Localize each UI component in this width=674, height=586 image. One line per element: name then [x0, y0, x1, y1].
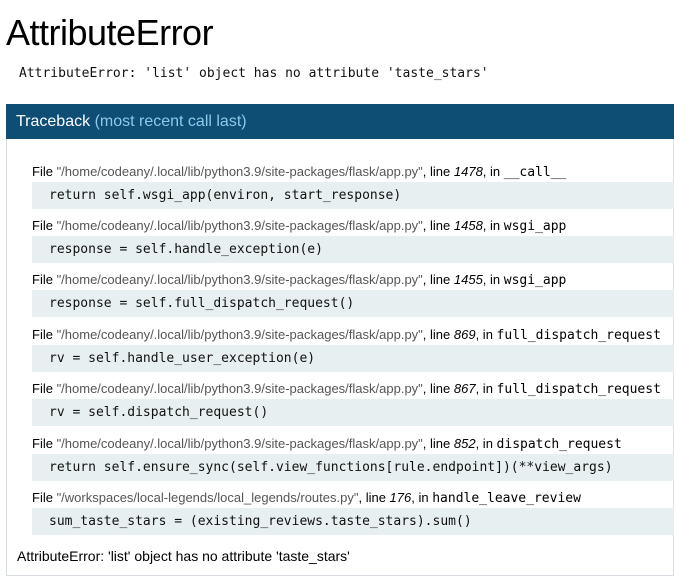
- frame-file-path: "/home/codeany/.local/lib/python3.9/site…: [56, 164, 423, 179]
- frame-function: full_dispatch_request: [496, 328, 661, 343]
- frame-in-label: , in: [475, 436, 497, 451]
- frame-code[interactable]: return self.wsgi_app(environ, start_resp…: [32, 182, 674, 209]
- traceback-header: Traceback (most recent call last): [6, 104, 674, 139]
- frame-file-path: "/home/codeany/.local/lib/python3.9/site…: [56, 218, 423, 233]
- frame-file-prefix: File: [32, 490, 57, 505]
- frame-location: File "/home/codeany/.local/lib/python3.9…: [32, 217, 674, 234]
- frame-line-number: 1455: [453, 272, 483, 287]
- frame-line-label: , line: [422, 436, 454, 451]
- frame-code[interactable]: sum_taste_stars = (existing_reviews.tast…: [32, 508, 674, 535]
- frame-function: full_dispatch_request: [496, 382, 661, 397]
- frame-in-label: , in: [475, 327, 497, 342]
- traceback-final-error: AttributeError: 'list' object has no att…: [17, 548, 350, 564]
- frame-line-number: 867: [453, 381, 476, 396]
- frame-code[interactable]: rv = self.handle_user_exception(e): [32, 345, 674, 372]
- frame-function: handle_leave_review: [432, 491, 581, 506]
- frame-location: File "/workspaces/local-legends/local_le…: [32, 489, 674, 506]
- frame-line-label: , line: [358, 490, 390, 505]
- frame-code[interactable]: return self.ensure_sync(self.view_functi…: [32, 454, 674, 481]
- frame-file-prefix: File: [32, 436, 57, 451]
- frame-in-label: , in: [411, 490, 433, 505]
- frame-code[interactable]: response = self.full_dispatch_request(): [32, 290, 674, 317]
- frame-function: wsgi_app: [503, 219, 567, 234]
- traceback-frame: File "/home/codeany/.local/lib/python3.9…: [32, 163, 674, 209]
- frame-file-prefix: File: [32, 327, 57, 342]
- traceback-frame: File "/home/codeany/.local/lib/python3.9…: [32, 380, 674, 426]
- traceback-body: File "/home/codeany/.local/lib/python3.9…: [6, 139, 674, 576]
- frame-location: File "/home/codeany/.local/lib/python3.9…: [32, 163, 674, 180]
- frame-line-label: , line: [422, 272, 454, 287]
- page-title: AttributeError: [6, 12, 214, 53]
- frame-line-label: , line: [422, 218, 454, 233]
- frame-file-prefix: File: [32, 381, 57, 396]
- frame-line-label: , line: [422, 381, 454, 396]
- traceback-frame: File "/home/codeany/.local/lib/python3.9…: [32, 326, 674, 372]
- frame-in-label: , in: [482, 218, 504, 233]
- frame-file-prefix: File: [32, 218, 57, 233]
- frame-file-path: "/home/codeany/.local/lib/python3.9/site…: [56, 436, 423, 451]
- frame-line-label: , line: [422, 327, 454, 342]
- frame-in-label: , in: [475, 381, 497, 396]
- frame-file-prefix: File: [32, 272, 57, 287]
- frame-location: File "/home/codeany/.local/lib/python3.9…: [32, 326, 674, 343]
- traceback-panel: Traceback (most recent call last) File "…: [6, 104, 674, 576]
- frame-line-label: , line: [422, 164, 454, 179]
- traceback-frame: File "/home/codeany/.local/lib/python3.9…: [32, 435, 674, 481]
- traceback-frame: File "/workspaces/local-legends/local_le…: [32, 489, 674, 535]
- frame-line-number: 852: [453, 436, 476, 451]
- frame-file-path: "/home/codeany/.local/lib/python3.9/site…: [56, 272, 423, 287]
- frame-file-path: "/home/codeany/.local/lib/python3.9/site…: [56, 327, 423, 342]
- frame-in-label: , in: [482, 164, 504, 179]
- frame-file-prefix: File: [32, 164, 57, 179]
- frame-code[interactable]: response = self.handle_exception(e): [32, 236, 674, 263]
- frame-function: dispatch_request: [496, 437, 622, 452]
- frame-line-number: 1478: [453, 164, 483, 179]
- frame-file-path: "/home/codeany/.local/lib/python3.9/site…: [56, 381, 423, 396]
- frame-in-label: , in: [482, 272, 504, 287]
- frame-line-number: 869: [453, 327, 476, 342]
- frame-line-number: 1458: [453, 218, 483, 233]
- frame-code[interactable]: rv = self.dispatch_request(): [32, 399, 674, 426]
- frame-function: wsgi_app: [503, 273, 567, 288]
- traceback-frame: File "/home/codeany/.local/lib/python3.9…: [32, 217, 674, 263]
- traceback-title: Traceback: [16, 113, 91, 130]
- traceback-subtitle: (most recent call last): [94, 113, 247, 130]
- frame-location: File "/home/codeany/.local/lib/python3.9…: [32, 380, 674, 397]
- frame-location: File "/home/codeany/.local/lib/python3.9…: [32, 435, 674, 452]
- error-message: AttributeError: 'list' object has no att…: [19, 66, 489, 81]
- traceback-frame: File "/home/codeany/.local/lib/python3.9…: [32, 271, 674, 317]
- frame-line-number: 176: [389, 490, 412, 505]
- frame-function: __call__: [503, 165, 567, 180]
- frame-file-path: "/workspaces/local-legends/local_legends…: [56, 490, 359, 505]
- frame-location: File "/home/codeany/.local/lib/python3.9…: [32, 271, 674, 288]
